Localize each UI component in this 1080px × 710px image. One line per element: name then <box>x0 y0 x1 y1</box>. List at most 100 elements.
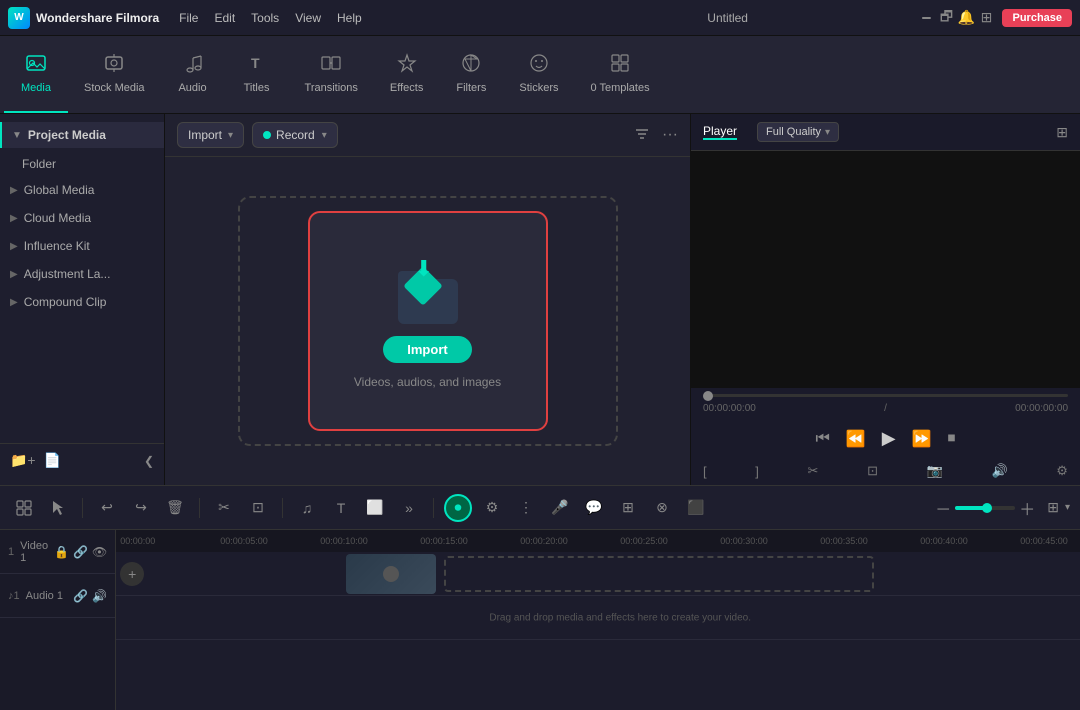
mark-in-icon[interactable]: [ <box>703 464 707 479</box>
add-folder-icon[interactable]: 📁+ <box>10 452 36 469</box>
ruler-mark-1: 00:00:05:00 <box>220 536 320 546</box>
clip-icon[interactable]: ✂ <box>808 463 819 479</box>
tab-audio[interactable]: Audio <box>161 36 225 113</box>
transition-icon[interactable]: ⊞ <box>614 494 642 522</box>
color-icon[interactable]: ⬛ <box>682 494 710 522</box>
tab-stickers[interactable]: Stickers <box>503 36 574 113</box>
add-track-button[interactable]: + <box>120 562 144 586</box>
tab-filters[interactable]: Filters <box>439 36 503 113</box>
mic-icon[interactable]: 🎤 <box>546 494 574 522</box>
dropzone: ⬇ Import Videos, audios, and images <box>165 157 690 485</box>
mask-icon[interactable]: ⬜ <box>361 494 389 522</box>
menu-edit[interactable]: Edit <box>214 11 235 25</box>
zoom-in-icon[interactable]: ＋ <box>1019 496 1035 520</box>
window-title: Untitled <box>545 11 911 25</box>
delete-icon[interactable]: 🗑 <box>161 494 189 522</box>
redo-icon[interactable]: ↪ <box>127 494 155 522</box>
player-tab[interactable]: Player <box>703 124 737 140</box>
grid-view-icon[interactable]: ⊞ <box>1047 499 1059 516</box>
pointer-icon[interactable] <box>44 494 72 522</box>
sidebar-item-cloud-media[interactable]: ▶ Cloud Media <box>0 204 164 232</box>
content-panel: Import ▾ Record ▾ ··· ⬇ <box>165 114 690 485</box>
snapshot-icon[interactable]: 📷 <box>927 463 943 479</box>
frame-back-icon[interactable]: ⏪ <box>846 429 866 449</box>
audio-track-name: Audio 1 <box>26 590 63 602</box>
settings-icon[interactable]: ⚙ <box>1056 463 1068 479</box>
menu-help[interactable]: Help <box>337 11 362 25</box>
timeline-record-button[interactable]: ⏺ <box>444 494 472 522</box>
influence-kit-label: Influence Kit <box>24 239 90 253</box>
play-icon[interactable]: ▶ <box>882 428 896 449</box>
fullscreen-icon[interactable]: ⊞ <box>1056 124 1068 141</box>
player-progress-bar[interactable] <box>703 394 1068 397</box>
ruler-mark-3: 00:00:15:00 <box>420 536 520 546</box>
tab-stock-media[interactable]: Stock Media <box>68 36 161 113</box>
stock-media-icon <box>104 53 124 78</box>
text-icon[interactable]: T <box>327 494 355 522</box>
minimize-icon[interactable]: 🗕 <box>918 10 934 26</box>
record-button[interactable]: Record ▾ <box>252 122 338 148</box>
zoom-knob[interactable] <box>982 503 992 513</box>
voiceover-icon[interactable]: 💬 <box>580 494 608 522</box>
pip-icon[interactable]: ⊡ <box>867 463 878 479</box>
volume-icon[interactable]: 🔊 <box>991 463 1007 479</box>
notifications-icon[interactable]: 🔔 <box>958 10 974 26</box>
video-lock-icon[interactable]: 🔒 <box>54 545 69 559</box>
zoom-out-icon[interactable]: － <box>935 496 951 520</box>
more-options-icon[interactable]: ··· <box>662 126 678 144</box>
tab-templates[interactable]: 0 Templates <box>574 36 665 113</box>
tab-transitions[interactable]: Transitions <box>289 36 374 113</box>
record-icon[interactable]: 🗗 <box>938 10 954 26</box>
add-media-icon[interactable]: 📄 <box>44 452 61 469</box>
sidebar-item-compound-clip[interactable]: ▶ Compound Clip <box>0 288 164 316</box>
window-controls: 🗕 🗗 🔔 ⊞ <box>918 10 994 26</box>
sidebar-project-media[interactable]: ▼ Project Media <box>0 122 164 148</box>
player-time-current: 00:00:00:00 <box>703 403 756 414</box>
mark-out-icon[interactable]: ] <box>755 464 759 479</box>
skip-back-icon[interactable]: ⏮ <box>815 430 829 448</box>
player-progress-knob[interactable] <box>703 391 713 401</box>
grid-icon[interactable]: ⊞ <box>978 10 994 26</box>
crop-icon[interactable]: ⊡ <box>244 494 272 522</box>
svg-text:T: T <box>251 55 260 71</box>
import-label: Import <box>188 128 222 142</box>
tab-effects[interactable]: Effects <box>374 36 439 113</box>
menu-file[interactable]: File <box>179 11 198 25</box>
cut-icon[interactable]: ✂ <box>210 494 238 522</box>
import-button[interactable]: Import ▾ <box>177 122 244 148</box>
video-clip-thumbnail[interactable] <box>346 554 436 594</box>
sidebar-item-influence-kit[interactable]: ▶ Influence Kit <box>0 232 164 260</box>
speed-icon[interactable]: ⊗ <box>648 494 676 522</box>
tab-media[interactable]: Media <box>4 36 68 113</box>
player-time-total: 00:00:00:00 <box>1015 403 1068 414</box>
grid-dropdown-icon[interactable]: ▾ <box>1065 502 1070 513</box>
sidebar-collapse-icon[interactable]: ❮ <box>144 454 154 468</box>
undo-icon[interactable]: ↩ <box>93 494 121 522</box>
video-eye-icon[interactable]: 👁 <box>92 545 107 559</box>
video-link-icon[interactable]: 🔗 <box>73 545 88 559</box>
video-drop-zone[interactable] <box>444 556 874 592</box>
sidebar-folder[interactable]: Folder <box>0 152 164 176</box>
frame-forward-icon[interactable]: ⏩ <box>912 429 932 449</box>
audio-volume-icon[interactable]: 🔊 <box>92 589 107 603</box>
menu-tools[interactable]: Tools <box>251 11 279 25</box>
app-logo: W Wondershare Filmora <box>8 7 159 29</box>
purchase-button[interactable]: Purchase <box>1002 9 1072 27</box>
sidebar-item-adjustment[interactable]: ▶ Adjustment La... <box>0 260 164 288</box>
zoom-bar[interactable] <box>955 506 1015 510</box>
stop-icon[interactable]: ⏹ <box>948 430 956 448</box>
tab-titles[interactable]: T Titles <box>225 36 289 113</box>
filter-icon[interactable] <box>634 126 650 145</box>
quality-select[interactable]: Full Quality ▾ <box>757 122 839 142</box>
split-icon[interactable]: ⋮ <box>512 494 540 522</box>
main-toolbar: Media Stock Media Audio T Titles Transit… <box>0 36 1080 114</box>
gear-icon[interactable]: ⚙ <box>478 494 506 522</box>
sidebar-item-global-media[interactable]: ▶ Global Media <box>0 176 164 204</box>
import-green-button[interactable]: Import <box>383 336 471 363</box>
audio-detach-icon[interactable]: ♫ <box>293 494 321 522</box>
timeline-ruler: 00:00:00 00:00:05:00 00:00:10:00 00:00:1… <box>116 530 1080 552</box>
audio-link-icon[interactable]: 🔗 <box>73 589 88 603</box>
track-select-icon[interactable] <box>10 494 38 522</box>
menu-view[interactable]: View <box>295 11 321 25</box>
more-tools-icon[interactable]: » <box>395 494 423 522</box>
